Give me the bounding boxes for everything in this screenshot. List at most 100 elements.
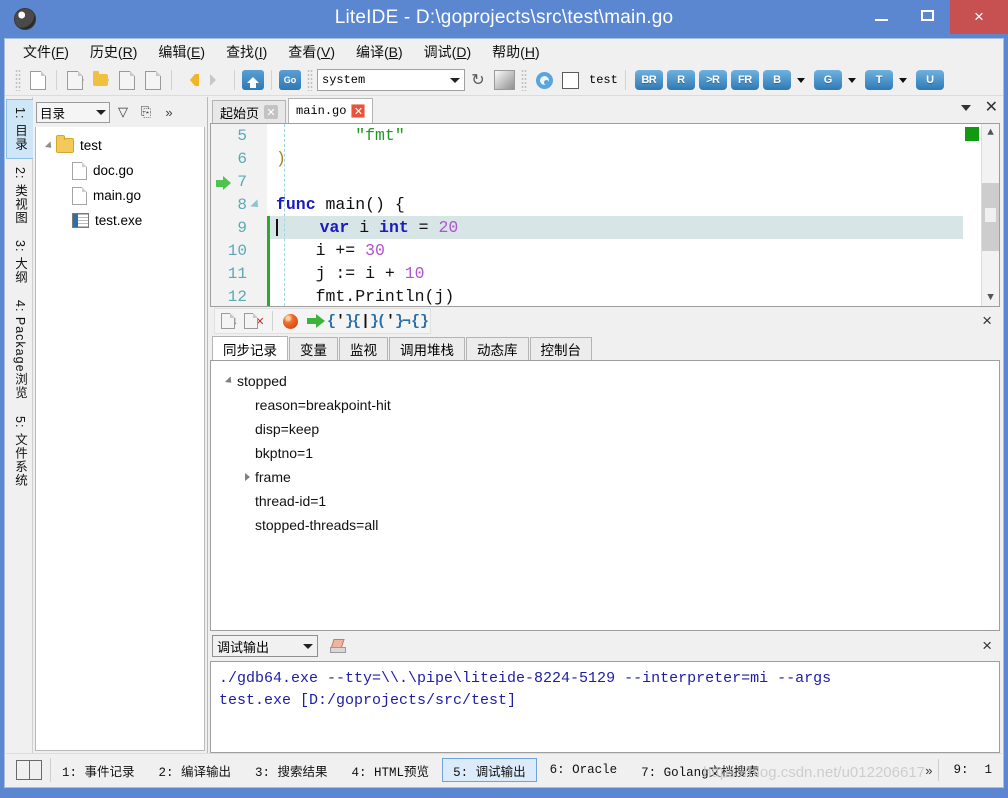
expand-twisty-icon[interactable] — [42, 142, 56, 150]
gotest-button[interactable]: T — [865, 70, 893, 90]
run-button[interactable]: R — [667, 70, 695, 90]
build-run-button[interactable]: BR — [635, 70, 663, 90]
step-out-file-icon[interactable]: ✕ — [242, 310, 267, 332]
back-icon[interactable] — [177, 68, 203, 92]
tab-console[interactable]: 控制台 — [530, 337, 593, 360]
status-tab-html-preview[interactable]: 4: HTML预览 — [341, 758, 441, 782]
step-into-icon[interactable]: {|} — [353, 310, 378, 332]
build-button[interactable]: B — [763, 70, 791, 90]
tab-libraries[interactable]: 动态库 — [466, 337, 529, 360]
stop-icon[interactable] — [491, 68, 517, 92]
filter-icon[interactable]: ▽ — [113, 102, 133, 122]
duplicate-icon[interactable]: ⎘ — [136, 102, 156, 122]
scrollbar-track[interactable] — [982, 141, 999, 289]
maximize-button[interactable] — [904, 0, 950, 30]
reload-icon[interactable]: ↻ — [465, 68, 491, 92]
save-file-icon[interactable] — [114, 68, 140, 92]
toolbar-grip-3[interactable] — [521, 69, 527, 91]
editor-vertical-scrollbar[interactable]: ▲ ▼ — [981, 124, 999, 306]
menu-debug[interactable]: 调试(D) — [424, 42, 471, 62]
menu-history[interactable]: 历史(R) — [90, 42, 137, 62]
scroll-down-icon[interactable]: ▼ — [987, 289, 994, 306]
toolbar-grip[interactable] — [15, 69, 21, 91]
status-tab-debug-output[interactable]: 5: 调试输出 — [442, 758, 537, 782]
expand-twisty-icon[interactable] — [221, 377, 237, 385]
run-args-button[interactable]: >R — [699, 70, 727, 90]
tree-node-main-go[interactable]: main.go — [36, 183, 204, 208]
status-tab-oracle[interactable]: 6: Oracle — [539, 758, 629, 782]
status-overflow-icon[interactable]: » — [919, 763, 938, 778]
code-text-area[interactable]: "fmt" ) func main() { var i int = 20 i +… — [267, 124, 963, 306]
expand-twisty-icon[interactable] — [239, 473, 255, 481]
tree-node-doc-go[interactable]: doc.go — [36, 158, 204, 183]
breakpoint-icon[interactable] — [278, 310, 303, 332]
close-icon[interactable]: ✕ — [985, 100, 998, 116]
gotool-button[interactable]: U — [916, 70, 944, 90]
environment-combo[interactable]: system — [317, 69, 465, 91]
scrollbar-thumb[interactable] — [982, 183, 999, 251]
scroll-up-icon[interactable]: ▲ — [987, 124, 994, 141]
tab-call-stack[interactable]: 调用堆栈 — [389, 337, 465, 360]
tab-variables[interactable]: 变量 — [289, 337, 338, 360]
toolbar-grip-2[interactable] — [307, 69, 313, 91]
output-source-combo[interactable]: 调试输出 — [212, 635, 318, 657]
close-icon[interactable]: × — [982, 311, 992, 331]
tab-main-go[interactable]: main.go ✕ — [288, 98, 373, 123]
run-to-cursor-icon[interactable]: ¬{} — [403, 310, 428, 332]
open-folder-icon[interactable] — [88, 68, 114, 92]
sidebar-item-directory[interactable]: 1: 目录 — [6, 99, 35, 159]
debug-tree-row-frame[interactable]: frame — [221, 465, 999, 489]
eraser-icon[interactable] — [330, 639, 345, 653]
close-icon[interactable]: × — [982, 636, 992, 656]
file-tree[interactable]: test doc.go main.go test.exe — [35, 127, 205, 751]
gotest-dropdown-icon[interactable] — [899, 78, 907, 83]
sidebar-item-package-browser[interactable]: 4: Package浏览 — [6, 292, 35, 408]
chevron-down-icon[interactable] — [961, 105, 971, 111]
debug-log-tree[interactable]: stopped reason=breakpoint-hit disp=keep … — [210, 360, 1000, 631]
menu-edit[interactable]: 编辑(E) — [158, 42, 205, 62]
debug-tree-row[interactable]: stopped — [221, 369, 999, 393]
split-view-icon[interactable] — [16, 760, 42, 780]
tab-watch[interactable]: 监视 — [339, 337, 388, 360]
goget-dropdown-icon[interactable] — [848, 78, 856, 83]
close-icon[interactable]: ✕ — [351, 104, 365, 118]
sidebar-item-class-view[interactable]: 2: 类视图 — [6, 159, 35, 232]
menu-view[interactable]: 查看(V) — [288, 42, 335, 62]
minimize-button[interactable] — [858, 0, 904, 38]
close-button[interactable]: × — [950, 0, 1008, 34]
goget-button[interactable]: G — [814, 70, 842, 90]
tab-sync-log[interactable]: 同步记录 — [212, 336, 288, 360]
code-editor[interactable]: 5 6 7 8 9 10 11 12 — [210, 123, 1000, 307]
status-tab-build-output[interactable]: 2: 编译输出 — [148, 758, 243, 782]
open-file-icon[interactable] — [62, 68, 88, 92]
tree-node-test[interactable]: test — [36, 133, 204, 158]
step-into-file-icon[interactable]: ↓ — [217, 310, 242, 332]
new-file-icon[interactable] — [25, 68, 51, 92]
step-out-icon[interactable]: ('} — [378, 310, 403, 332]
tab-start-page[interactable]: 起始页 ✕ — [212, 100, 286, 123]
close-icon[interactable]: ✕ — [264, 105, 278, 119]
tree-node-test-exe[interactable]: test.exe — [36, 208, 204, 233]
target-checkbox[interactable] — [557, 68, 583, 92]
build-dropdown-icon[interactable] — [797, 78, 805, 83]
gear-icon[interactable] — [531, 68, 557, 92]
file-run-button[interactable]: FR — [731, 70, 759, 90]
step-over-icon[interactable]: {'} — [328, 310, 353, 332]
menu-find[interactable]: 查找(I) — [226, 42, 267, 62]
file-tree-combo[interactable]: 目录 — [36, 102, 110, 123]
menu-build[interactable]: 编译(B) — [356, 42, 403, 62]
menu-help[interactable]: 帮助(H) — [492, 42, 539, 62]
sidebar-item-file-system[interactable]: 5: 文件系统 — [6, 408, 35, 495]
save-as-file-icon[interactable] — [140, 68, 166, 92]
more-icon[interactable]: » — [159, 102, 179, 122]
menu-file[interactable]: 文件(F) — [23, 42, 69, 62]
continue-icon[interactable] — [303, 310, 328, 332]
fold-icon[interactable] — [250, 200, 262, 210]
sidebar-item-outline[interactable]: 3: 大纲 — [6, 232, 35, 292]
output-text-panel[interactable]: ./gdb64.exe --tty=\\.\pipe\liteide-8224-… — [210, 661, 1000, 753]
status-tab-search-results[interactable]: 3: 搜索结果 — [244, 758, 339, 782]
status-tab-golang-doc-search[interactable]: 7: Golang文档搜索 — [630, 758, 770, 782]
go-icon[interactable]: Go — [277, 68, 303, 92]
home-icon[interactable] — [240, 68, 266, 92]
status-tab-event-log[interactable]: 1: 事件记录 — [51, 758, 146, 782]
